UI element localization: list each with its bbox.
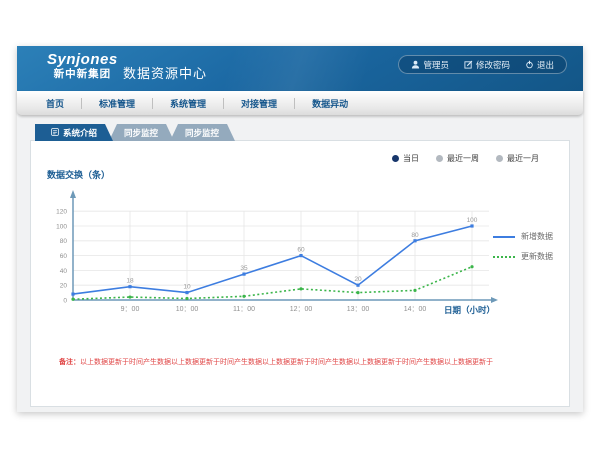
chart-point [299, 254, 302, 257]
chart-point-label: 10 [183, 284, 191, 291]
tab-label: 同步监控 [124, 127, 158, 139]
edit-icon [464, 60, 473, 69]
time-range-filter: 当日 最近一周 最近一月 [392, 153, 539, 164]
chart-y-axis-arrow-icon [70, 190, 76, 198]
document-icon [51, 128, 59, 138]
current-user-button[interactable]: 管理员 [411, 59, 449, 71]
chart-point [242, 295, 245, 298]
main-nav: 首页 标准管理 系统管理 对接管理 数据异动 [17, 91, 583, 116]
chart-point [413, 289, 416, 292]
tab-bar: 系统介绍 同步监控 同步监控 [35, 124, 235, 141]
radio-today[interactable]: 当日 [392, 153, 419, 164]
nav-item-home[interactable]: 首页 [29, 97, 81, 110]
radio-last-month[interactable]: 最近一月 [496, 153, 539, 164]
legend-label-updated-data: 更新数据 [521, 251, 553, 262]
nav-item-interface-mgmt[interactable]: 对接管理 [224, 97, 294, 110]
chart-xtick-label: 14：00 [404, 306, 427, 313]
chart-point-label: 20 [354, 276, 362, 283]
chart-point [185, 297, 188, 300]
footnote: 备注：以上数据更新于时间产生数据以上数据更新于时间产生数据以上数据更新于时间产生… [59, 357, 493, 367]
chart-xtick-label: 13：00 [347, 306, 370, 313]
radio-last-week[interactable]: 最近一周 [436, 153, 479, 164]
chart-point-label: 100 [467, 217, 478, 224]
chart-point [71, 298, 74, 301]
legend-item-new-data: 新增数据 [493, 231, 553, 242]
legend-line-solid-icon [493, 236, 515, 238]
content-card: 当日 最近一周 最近一月 数据交换（条） 0 20 40 60 80 100 120 9：00… [30, 140, 570, 407]
radio-unselected-icon [496, 155, 503, 162]
chart-ytick-label: 120 [56, 209, 67, 216]
tab-sync-monitor-1[interactable]: 同步监控 [108, 124, 174, 141]
power-icon [525, 60, 534, 69]
chart-point-label: 60 [297, 247, 305, 254]
chart-point [299, 287, 302, 290]
app-header: Synjones 新中新集团 数据资源中心 管理员 修改密码 退出 [17, 46, 583, 91]
chart-point-label: 18 [126, 278, 134, 285]
chart-legend: 新增数据 更新数据 [493, 231, 553, 262]
logout-label: 退出 [537, 59, 554, 71]
page-title: 数据资源中心 [123, 63, 207, 82]
chart-ytick-label: 20 [60, 283, 68, 290]
footnote-prefix: 备注： [59, 359, 80, 366]
chart-point [470, 224, 473, 227]
legend-line-dotted-icon [493, 256, 515, 258]
radio-last-week-label: 最近一周 [447, 153, 479, 164]
nav-item-system-mgmt[interactable]: 系统管理 [153, 97, 223, 110]
tab-system-intro[interactable]: 系统介绍 [35, 124, 113, 141]
chart-xtick-label: 10：00 [176, 306, 199, 313]
chart-xtick-label: 12：00 [290, 306, 313, 313]
radio-unselected-icon [436, 155, 443, 162]
chart-ytick-label: 0 [63, 297, 67, 304]
line-chart: 0 20 40 60 80 100 120 9：00 10：00 11：00 12：00 13：00 1… [49, 185, 519, 317]
footnote-text: 以上数据更新于时间产生数据以上数据更新于时间产生数据以上数据更新于时间产生数据以… [80, 359, 493, 366]
logout-button[interactable]: 退出 [525, 59, 554, 71]
chart-point [128, 285, 131, 288]
chart-point [71, 292, 74, 295]
logo-company-name: 新中新集团 [47, 69, 118, 81]
current-user-label: 管理员 [423, 59, 449, 71]
logo-wordmark: Synjones [47, 52, 118, 69]
chart-point [185, 291, 188, 294]
chart-point [470, 265, 473, 268]
chart-x-axis-title: 日期（小时） [444, 305, 495, 315]
legend-item-updated-data: 更新数据 [493, 251, 553, 262]
user-toolbar: 管理员 修改密码 退出 [398, 55, 567, 74]
change-password-label: 修改密码 [476, 59, 510, 71]
chart-ytick-label: 60 [60, 253, 68, 260]
chart-ytick-label: 80 [60, 238, 68, 245]
tab-label: 系统介绍 [63, 127, 97, 139]
chart-ytick-label: 100 [56, 223, 67, 230]
chart-point [128, 295, 131, 298]
tab-label: 同步监控 [185, 127, 219, 139]
radio-today-label: 当日 [403, 153, 419, 164]
chart-point-label: 80 [411, 232, 419, 239]
chart-x-axis-arrow-icon [491, 297, 498, 303]
change-password-button[interactable]: 修改密码 [464, 59, 510, 71]
chart-point [356, 284, 359, 287]
tab-sync-monitor-2[interactable]: 同步监控 [169, 124, 235, 141]
chart-point-label: 35 [240, 265, 248, 272]
chart-xtick-label: 11：00 [233, 306, 255, 313]
nav-item-standard-mgmt[interactable]: 标准管理 [82, 97, 152, 110]
chart-point [242, 273, 245, 276]
chart-ytick-label: 40 [60, 268, 68, 275]
nav-item-data-change[interactable]: 数据异动 [295, 97, 365, 110]
company-logo: Synjones 新中新集团 [47, 52, 118, 80]
radio-selected-icon [392, 155, 399, 162]
app-window: Synjones 新中新集团 数据资源中心 管理员 修改密码 退出 [17, 46, 583, 412]
chart-xtick-label: 9：00 [121, 306, 140, 313]
chart-y-axis-title: 数据交换（条） [47, 168, 110, 181]
chart-point [413, 239, 416, 242]
legend-label-new-data: 新增数据 [521, 231, 553, 242]
user-icon [411, 60, 420, 69]
radio-last-month-label: 最近一月 [507, 153, 539, 164]
chart-point [356, 291, 359, 294]
